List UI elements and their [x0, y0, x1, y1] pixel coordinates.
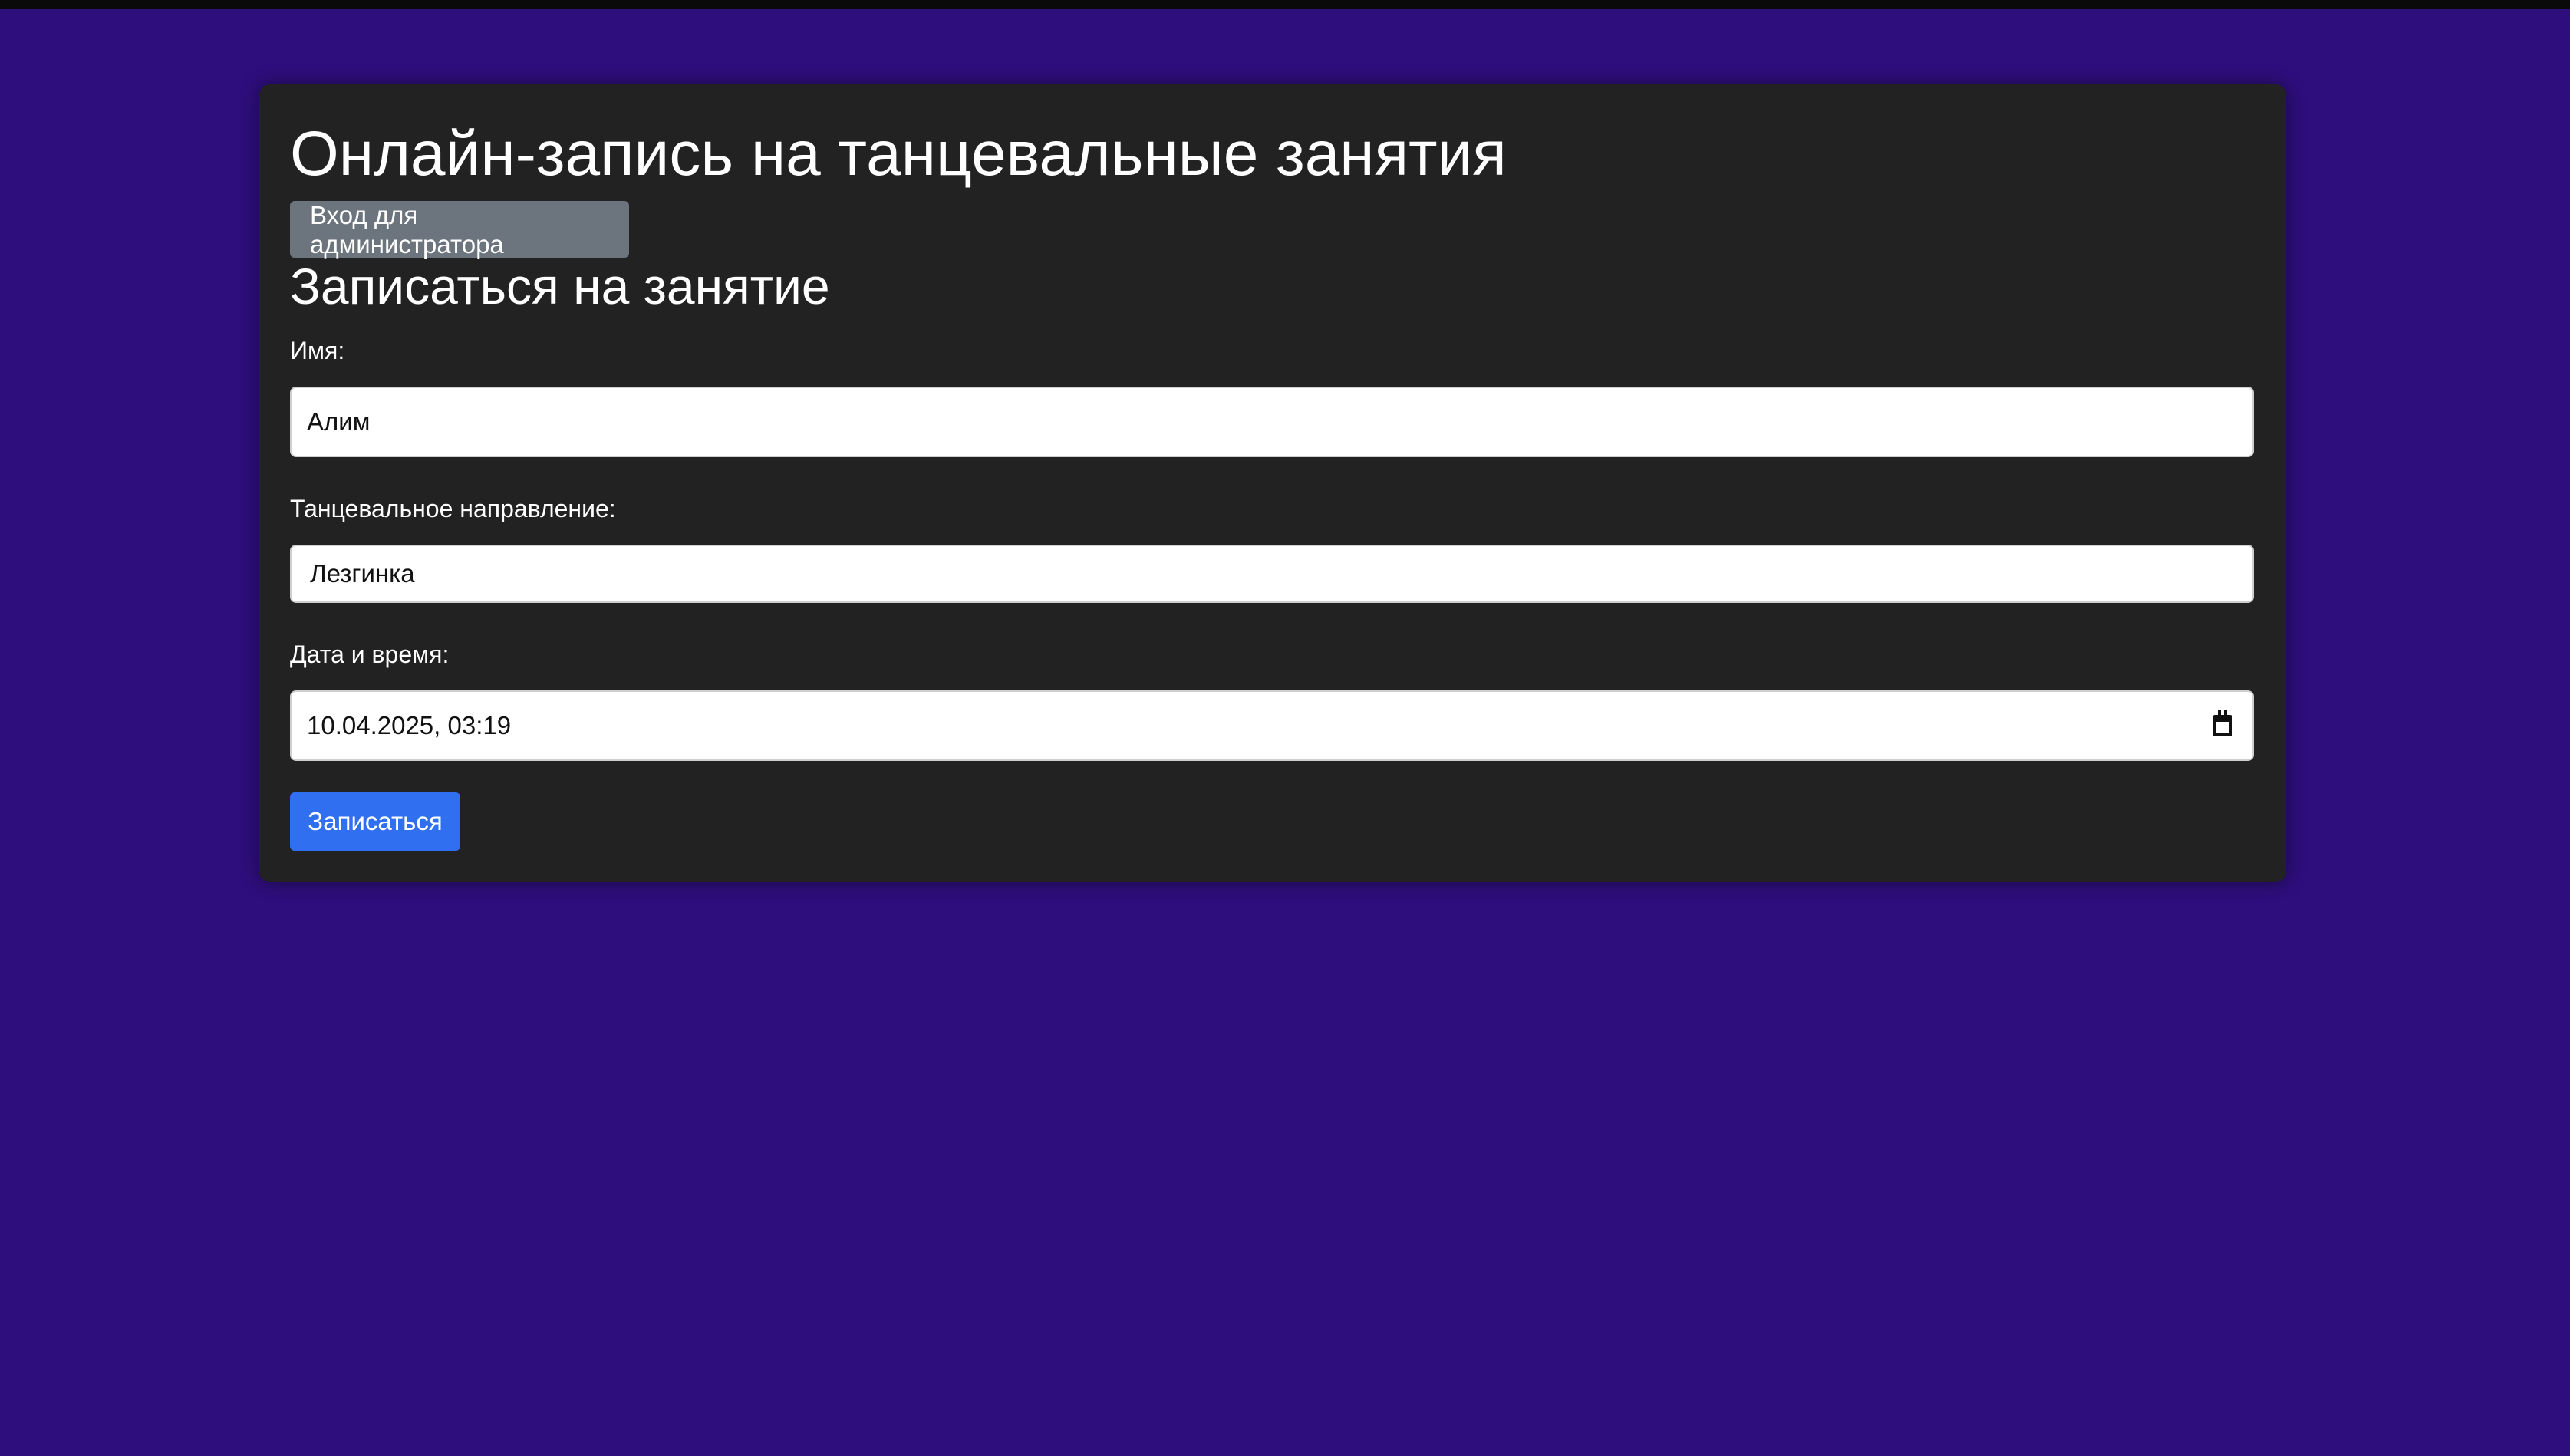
dance-style-input-value: Лезгинка — [310, 559, 415, 588]
calendar-icon[interactable] — [2213, 710, 2232, 736]
page-title: Онлайн-запись на танцевальные занятия — [290, 119, 1507, 189]
booking-card: Онлайн-запись на танцевальные занятия Вх… — [259, 84, 2286, 882]
datetime-label: Дата и время: — [290, 641, 450, 668]
admin-login-button[interactable]: Вход для администратора — [290, 201, 629, 259]
name-input-value: Алим — [307, 407, 371, 436]
datetime-input[interactable]: 10.04.2025, 03:19 — [290, 690, 2254, 761]
submit-booking-button[interactable]: Записаться — [290, 792, 460, 851]
datetime-input-value: 10.04.2025, 03:19 — [307, 711, 512, 740]
dance-style-input[interactable]: Лезгинка — [290, 545, 2254, 603]
name-input[interactable]: Алим — [290, 387, 2254, 457]
dance-style-label: Танцевальное направление: — [290, 495, 616, 522]
browser-top-strip — [0, 0, 2570, 9]
section-title: Записаться на занятие — [290, 258, 830, 315]
name-label: Имя: — [290, 337, 345, 364]
